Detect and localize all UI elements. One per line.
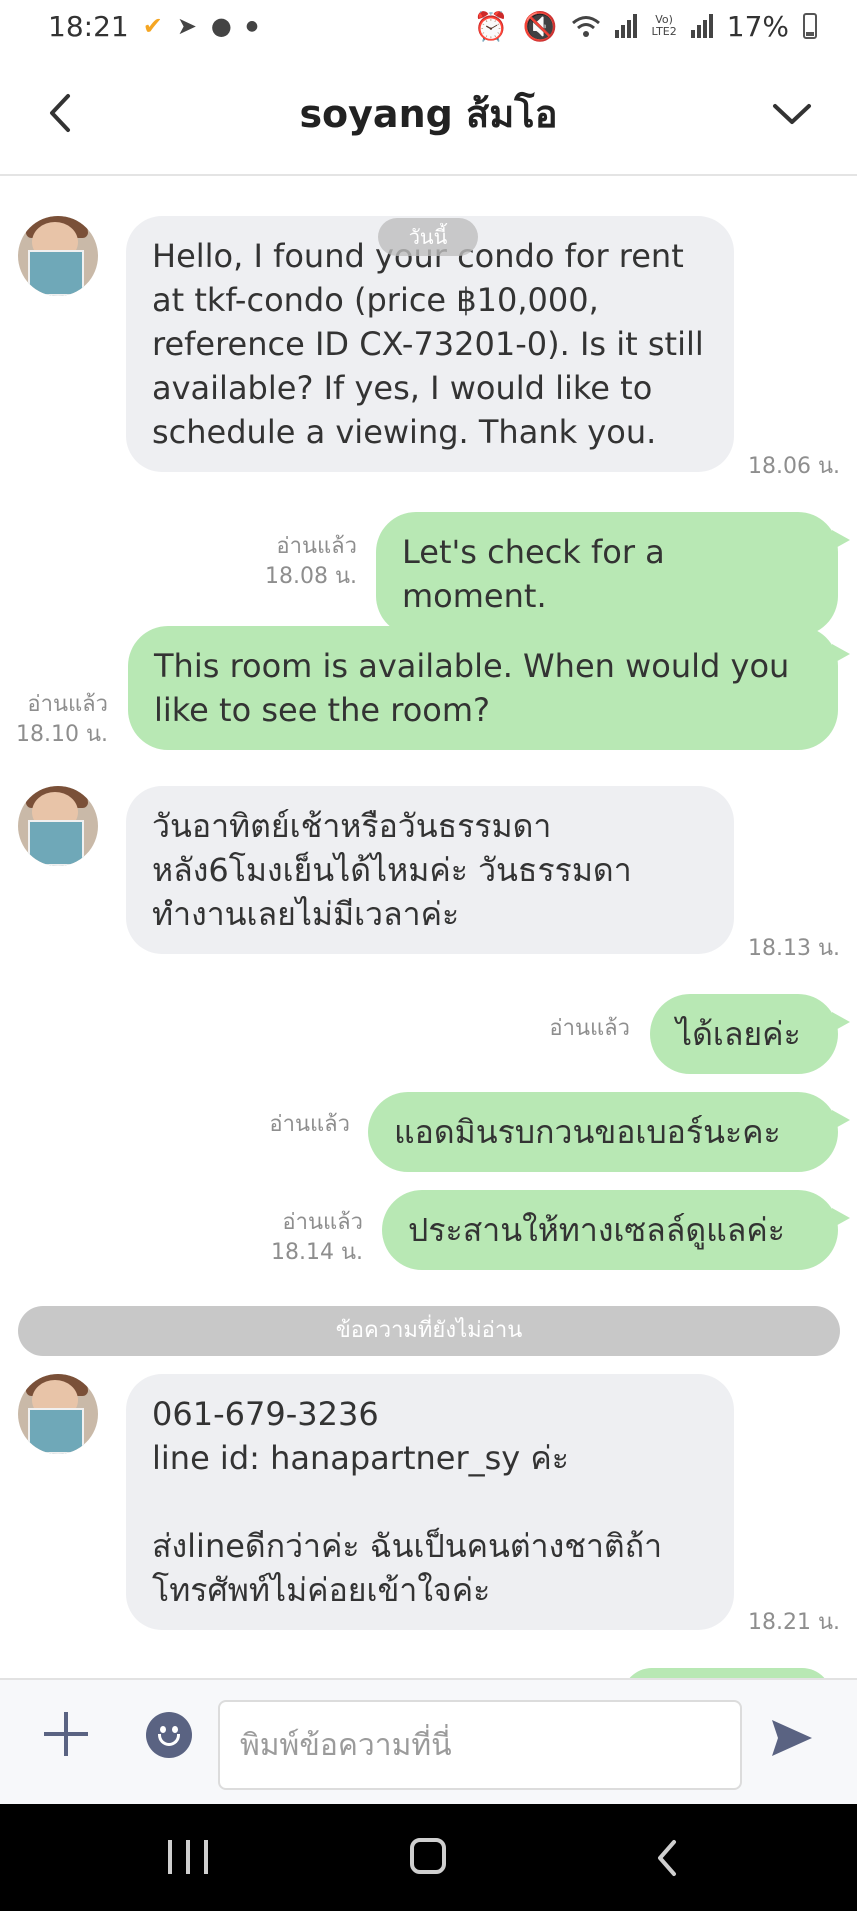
message-input[interactable]	[218, 1700, 742, 1790]
battery-percent: 17%	[726, 9, 789, 43]
read-receipt: อ่านแล้ว	[282, 1210, 363, 1235]
recent-apps-icon[interactable]	[168, 1840, 208, 1874]
message-input-bar	[0, 1678, 857, 1804]
wifi-icon	[572, 16, 601, 37]
home-icon[interactable]	[410, 1838, 446, 1874]
message-bubble-incoming[interactable]: 061-679-3236 line id: hanapartner_sy ค่ะ…	[126, 1374, 734, 1630]
avatar[interactable]	[18, 1374, 98, 1454]
status-bar: 18:21 ✔ ➤ ● ● ⏰ 🔇 Vo) LTE2 17%	[0, 0, 857, 52]
signal-icon	[615, 14, 638, 38]
chat-header: soyang ส้มโอ	[0, 52, 857, 176]
send-icon[interactable]	[770, 1718, 814, 1758]
unread-divider: ข้อความที่ยังไม่อ่าน	[18, 1306, 840, 1356]
message-bubble-outgoing[interactable]: Let's check for a moment.	[376, 512, 850, 636]
message-meta: อ่านแล้ว 18.10 น.	[16, 690, 108, 750]
read-receipt: อ่านแล้ว	[276, 534, 357, 559]
read-receipt: อ่านแล้ว	[269, 1112, 350, 1137]
read-receipt: อ่านแล้ว	[549, 1016, 630, 1041]
message-time: 18.21 น.	[748, 1610, 841, 1635]
emoji-icon[interactable]	[146, 1712, 192, 1758]
status-right: ⏰ 🔇 Vo) LTE2 17%	[474, 10, 817, 43]
chat-messages[interactable]: Hello, I found your condo for rent at tk…	[0, 178, 857, 1678]
back-icon[interactable]	[652, 1838, 682, 1878]
status-time: 18:21	[48, 9, 129, 43]
avatar[interactable]	[18, 216, 98, 296]
mute-icon: 🔇	[522, 9, 558, 43]
message-time: 18.08 น.	[264, 564, 357, 589]
message-meta: อ่านแล้ว 18.14 น.	[271, 1208, 363, 1268]
battery-icon	[803, 13, 817, 39]
message-meta: อ่านแล้ว	[269, 1110, 350, 1140]
avatar[interactable]	[18, 786, 98, 866]
status-left: 18:21 ✔ ➤ ● ●	[48, 10, 258, 43]
alarm-icon: ⏰	[473, 9, 509, 43]
back-arrow-icon[interactable]	[40, 88, 84, 138]
message-bubble-partial[interactable]	[622, 1668, 832, 1678]
system-nav-bar	[0, 1804, 857, 1911]
message-time: 18.13 น.	[748, 936, 841, 961]
message-time: 18.14 น.	[270, 1240, 363, 1265]
message-bubble-outgoing[interactable]: แอดมินรบกวนขอเบอร์นะคะ	[368, 1092, 850, 1172]
message-bubble-outgoing[interactable]: ได้เลยค่ะ	[650, 994, 850, 1074]
message-meta: อ่านแล้ว	[549, 1014, 630, 1044]
chat-bubble-icon: ●	[210, 12, 232, 40]
page-title: soyang ส้มโอ	[299, 91, 558, 136]
plus-icon[interactable]	[44, 1712, 88, 1756]
message-time: 18.06 น.	[748, 454, 841, 479]
volte-icon: Vo) LTE2	[651, 13, 677, 38]
dot-icon: ●	[245, 18, 259, 34]
message-meta: อ่านแล้ว 18.08 น.	[265, 532, 357, 592]
app-notification-icon: ✔	[142, 12, 163, 40]
message-bubble-outgoing[interactable]: This room is available. When would you l…	[128, 626, 850, 750]
chevron-down-icon[interactable]	[767, 94, 817, 134]
send-icon: ➤	[176, 12, 197, 40]
read-receipt: อ่านแล้ว	[27, 692, 108, 717]
message-bubble-outgoing[interactable]: ประสานให้ทางเซลล์ดูแลค่ะ	[382, 1190, 850, 1270]
message-bubble-incoming[interactable]: วันอาทิตย์เช้าหรือวันธรรมดา หลัง6โมงเย็น…	[126, 786, 734, 954]
date-label: วันนี้	[378, 218, 478, 256]
signal-icon	[690, 14, 713, 38]
message-time: 18.10 น.	[15, 722, 108, 747]
